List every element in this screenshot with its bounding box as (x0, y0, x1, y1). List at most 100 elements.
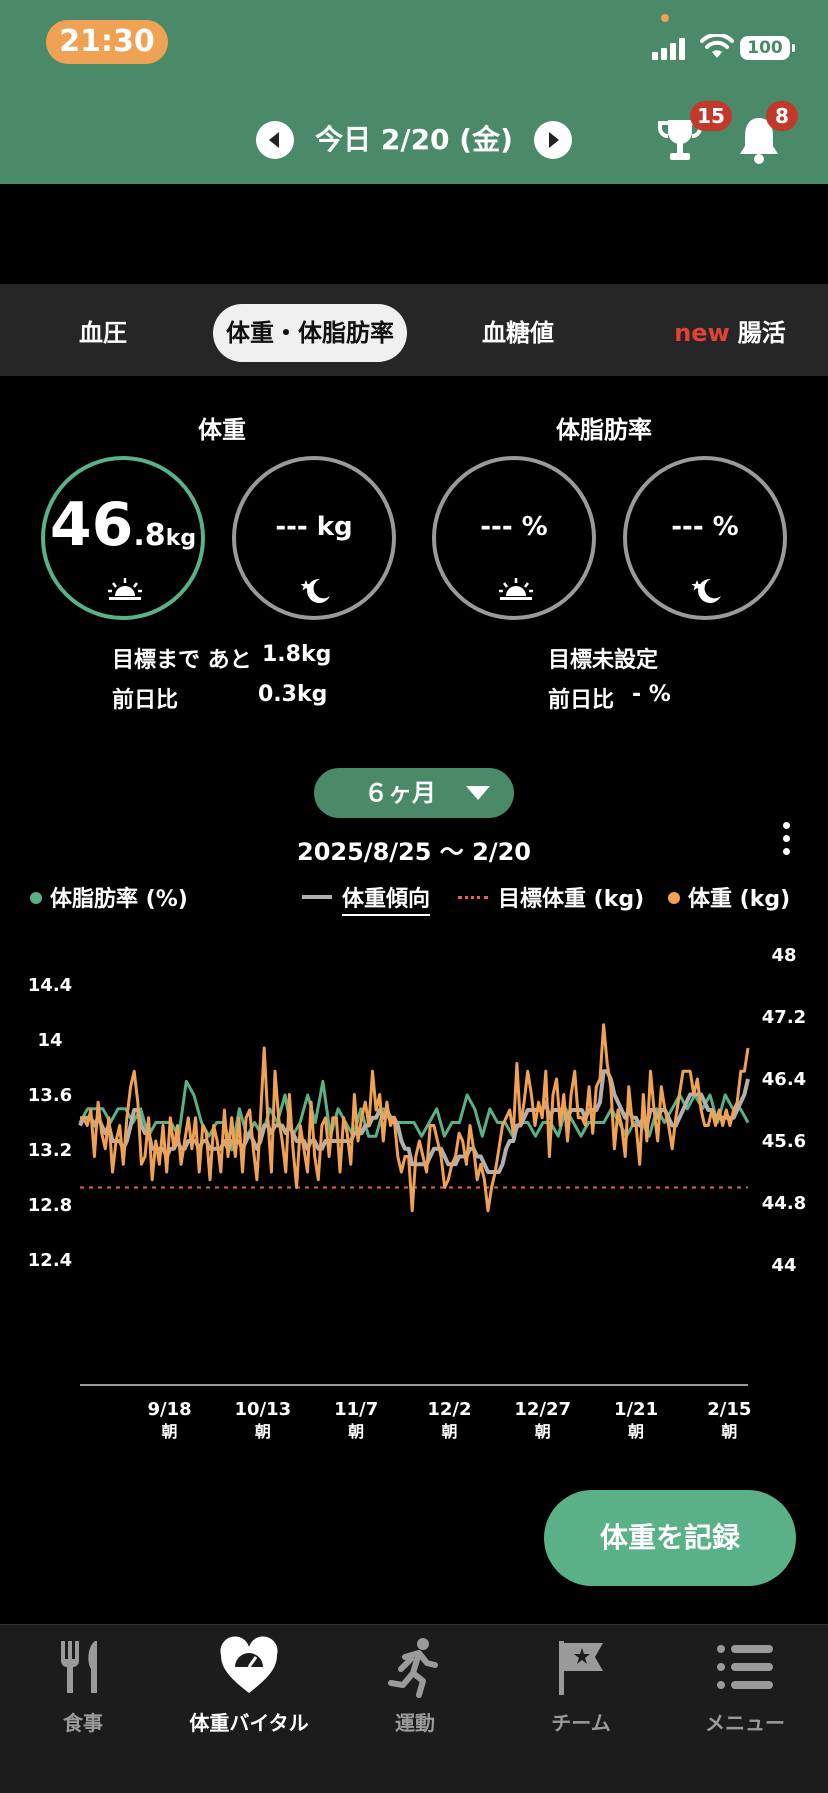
period-select[interactable]: ６ヶ月 (314, 768, 514, 818)
nav-meal-label: 食事 (63, 1711, 103, 1735)
weight-goal-value: 1.8kg (262, 642, 332, 667)
category-tabs: 血圧 体重・体脂肪率 血糖値 new 腸活 (0, 284, 828, 376)
next-day-button[interactable] (534, 121, 572, 159)
x-tick-sublabel: 朝 (162, 1422, 178, 1441)
x-tick-label: 12/27 (514, 1399, 571, 1420)
tab-gut-health[interactable]: new 腸活 (664, 304, 796, 362)
weight-title: 体重 (198, 416, 246, 444)
x-tick-label: 2/15 (707, 1399, 751, 1420)
period-label: ６ヶ月 (364, 779, 436, 807)
x-tick-label: 1/21 (614, 1399, 658, 1420)
weight-evening-gauge[interactable]: --- kg (232, 456, 396, 620)
menu-list-icon (717, 1645, 773, 1689)
y-left-tick-label: 14 (37, 1030, 62, 1051)
body-fat-evening-value: --- % (671, 512, 739, 542)
y-right-tick-label: 46.4 (762, 1069, 806, 1090)
x-tick-label: 10/13 (235, 1399, 292, 1420)
legend-weight[interactable]: 体重 (kg) (668, 886, 790, 914)
legend-line-target (458, 895, 488, 899)
y-left-tick-label: 12.8 (28, 1195, 72, 1216)
tab-weight-body-fat[interactable]: 体重・体脂肪率 (213, 304, 407, 362)
y-right-tick-label: 48 (771, 945, 796, 966)
privacy-indicator (661, 14, 669, 22)
tab-blood-sugar[interactable]: 血糖値 (462, 304, 574, 362)
legend-trend[interactable]: 体重傾向 (302, 886, 431, 916)
x-tick-sublabel: 朝 (441, 1422, 457, 1441)
nav-menu-label: メニュー (705, 1711, 785, 1735)
weight-morning-value: 46.8kg (49, 490, 197, 560)
x-tick-label: 12/2 (427, 1399, 471, 1420)
body-fat-diff-label: 前日比 (548, 688, 615, 713)
moon-star-icon (300, 578, 330, 603)
y-left-tick-label: 12.4 (28, 1250, 72, 1271)
date-title: 今日 2/20 (金) (315, 123, 513, 156)
y-right-tick-label: 44 (771, 1255, 796, 1276)
weight-evening-value: --- kg (275, 512, 353, 542)
x-tick-sublabel: 朝 (348, 1422, 364, 1441)
battery-tip (792, 44, 795, 52)
y-right-tick-label: 44.8 (762, 1193, 806, 1214)
body-fat-evening-gauge[interactable]: --- % (623, 456, 787, 620)
body-fat-morning-gauge[interactable]: --- % (432, 456, 596, 620)
trophy-badge: 15 (690, 101, 732, 131)
nav-weight-vital[interactable]: 体重バイタル (166, 1625, 332, 1735)
flag-icon (559, 1641, 603, 1695)
record-weight-button[interactable]: 体重を記録 (544, 1490, 796, 1586)
legend-body-fat[interactable]: 体脂肪率 (%) (30, 886, 188, 914)
sunrise-icon (499, 578, 533, 600)
tab-gut-health-label: 腸活 (737, 319, 786, 347)
nav-team-label: チーム (551, 1711, 611, 1735)
new-label: new (674, 319, 730, 347)
legend-dot-body-fat (30, 892, 42, 904)
wifi-icon (700, 34, 734, 58)
legend-target-label: 目標体重 (kg) (498, 887, 645, 912)
app-header: 21:30 100 今日 2/20 (金) 15 8 (0, 0, 828, 184)
legend-dot-weight (668, 892, 680, 904)
heart-scale-icon (220, 1636, 278, 1693)
chevron-right-icon (549, 132, 559, 148)
status-time: 21:30 (46, 20, 168, 64)
date-range: 2025/8/25 〜 2/20 (297, 838, 531, 866)
y-left-tick-label: 14.4 (28, 975, 72, 996)
x-tick-sublabel: 朝 (721, 1422, 737, 1441)
legend-trend-label: 体重傾向 (342, 887, 431, 916)
signal-icon (652, 36, 690, 60)
chevron-left-icon (269, 132, 279, 148)
weight-chart[interactable]: 14.4 14 13.6 13.2 12.8 12.4 48 47.2 46.4 45.6 44.8… (0, 930, 828, 1450)
bottom-nav: 食事 体重バイタル 運動 チーム メニュー (0, 1624, 828, 1793)
x-tick-label: 9/18 (147, 1399, 191, 1420)
y-right-tick-label: 47.2 (762, 1007, 806, 1028)
weight-goal-label: 目標まで あと (112, 648, 252, 673)
x-tick-sublabel: 朝 (535, 1422, 551, 1441)
runner-icon (388, 1638, 438, 1698)
x-tick-sublabel: 朝 (255, 1422, 271, 1441)
battery-icon: 100 (740, 36, 790, 60)
nav-weight-vital-label: 体重バイタル (189, 1711, 309, 1735)
body-fat-morning-value: --- % (480, 512, 548, 542)
nav-team[interactable]: チーム (498, 1625, 664, 1735)
x-tick-sublabel: 朝 (628, 1422, 644, 1441)
weight-diff-value: 0.3kg (258, 682, 328, 707)
weight-diff-label: 前日比 (112, 688, 179, 713)
x-tick-label: 11/7 (334, 1399, 378, 1420)
nav-exercise-label: 運動 (395, 1711, 435, 1735)
more-options-icon[interactable] (780, 822, 792, 861)
legend-line-trend (302, 895, 332, 899)
caret-down-icon (466, 786, 490, 800)
weight-morning-gauge[interactable]: 46.8kg (41, 456, 205, 620)
nav-exercise[interactable]: 運動 (332, 1625, 498, 1735)
body-fat-diff-value: - % (632, 682, 671, 707)
legend-body-fat-label: 体脂肪率 (%) (50, 887, 188, 912)
tab-blood-pressure[interactable]: 血圧 (40, 304, 166, 362)
body-fat-goal-status: 目標未設定 (548, 648, 659, 673)
nav-menu[interactable]: メニュー (662, 1625, 828, 1735)
prev-day-button[interactable] (256, 121, 294, 159)
nav-meal[interactable]: 食事 (0, 1625, 166, 1735)
y-right-tick-label: 45.6 (762, 1131, 806, 1152)
sunrise-icon (108, 578, 142, 600)
legend-target[interactable]: 目標体重 (kg) (458, 886, 644, 914)
fork-knife-icon (61, 1641, 97, 1693)
moon-star-icon (691, 578, 721, 603)
body-fat-title: 体脂肪率 (556, 416, 652, 444)
y-left-tick-label: 13.6 (28, 1085, 72, 1106)
